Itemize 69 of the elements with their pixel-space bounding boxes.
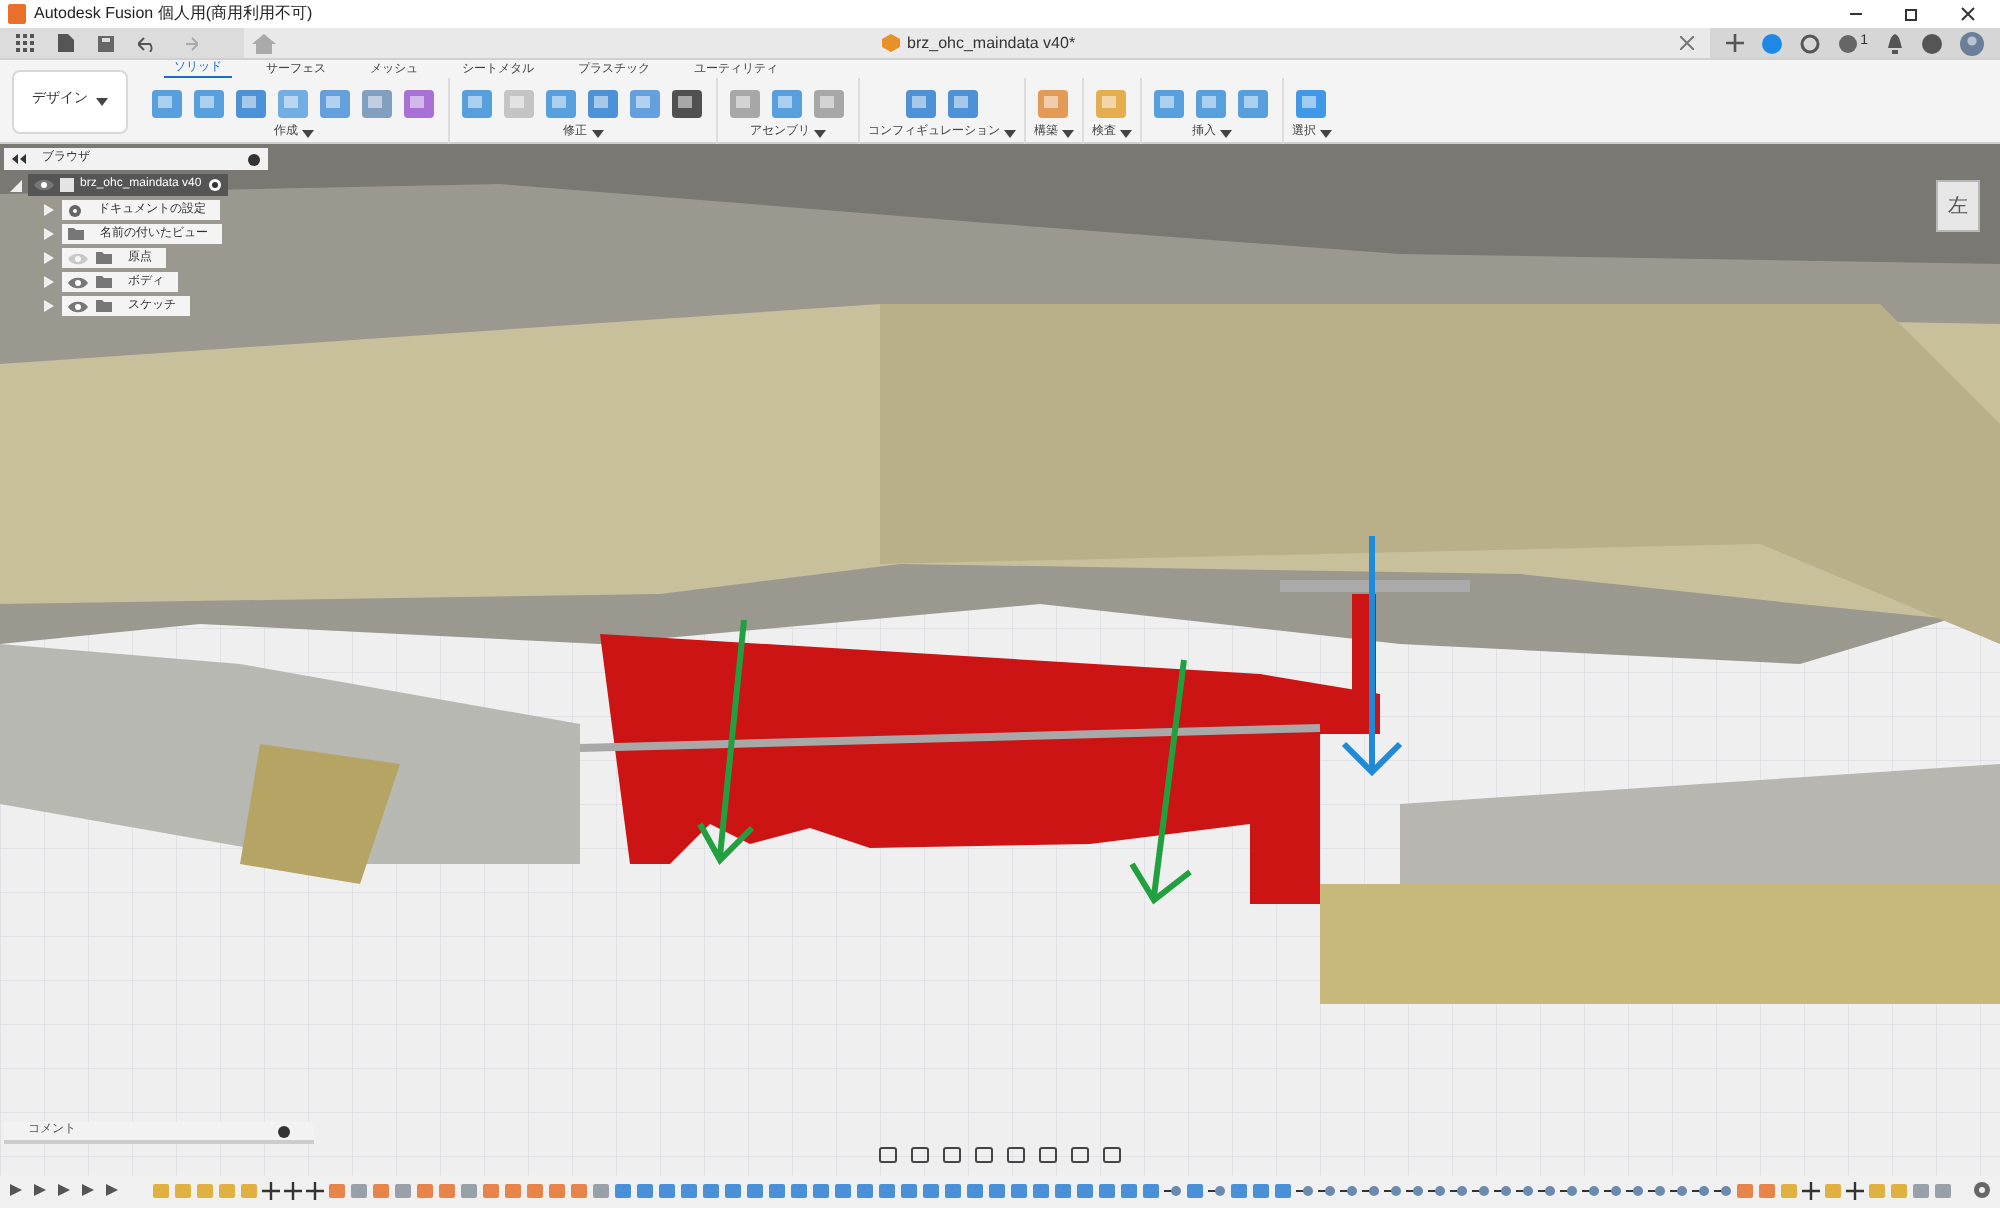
- joint-feature-icon[interactable]: [1692, 1181, 1710, 1199]
- joint-feature-icon[interactable]: [1582, 1181, 1600, 1199]
- caret-icon: [1004, 129, 1016, 137]
- joint-feature-icon[interactable]: [1560, 1181, 1578, 1199]
- joint-feature-icon[interactable]: [1538, 1181, 1556, 1199]
- move-feature-icon[interactable]: [1802, 1181, 1820, 1199]
- eye-icon[interactable]: [68, 275, 88, 289]
- joint-feature-icon[interactable]: [1318, 1181, 1336, 1199]
- radio-icon[interactable]: [207, 178, 222, 192]
- joint-feature-icon[interactable]: [1296, 1181, 1314, 1199]
- joint-feature-icon[interactable]: [1406, 1181, 1424, 1199]
- caret-icon: [96, 97, 108, 105]
- restore-icon[interactable]: [1904, 6, 1920, 22]
- joint-feature-icon[interactable]: [1516, 1181, 1534, 1199]
- move-feature-icon[interactable]: [262, 1181, 280, 1199]
- close-icon[interactable]: [1960, 6, 1976, 22]
- joint-feature-icon[interactable]: [1494, 1181, 1512, 1199]
- joint-feature-icon[interactable]: [1670, 1181, 1688, 1199]
- move-feature-icon[interactable]: [306, 1181, 324, 1199]
- expand-triangle-icon[interactable]: [44, 300, 54, 312]
- undo-icon[interactable]: [138, 35, 156, 51]
- home-icon[interactable]: [252, 33, 276, 53]
- bell-icon[interactable]: [1886, 33, 1904, 53]
- joint-feature-icon[interactable]: [1604, 1181, 1622, 1199]
- eye-icon[interactable]: [68, 299, 88, 313]
- joint-feature-icon[interactable]: [1428, 1181, 1446, 1199]
- view-cube-face-label: 左: [1948, 193, 1968, 221]
- caret-icon: [814, 129, 826, 137]
- file-icon[interactable]: [58, 34, 74, 52]
- collapse-icon[interactable]: [12, 154, 26, 164]
- view-cube[interactable]: 左: [1936, 180, 1980, 232]
- expand-triangle-icon[interactable]: [44, 276, 54, 288]
- joint-feature-icon[interactable]: [1208, 1181, 1226, 1199]
- caret-icon: [591, 129, 603, 137]
- document-tab-title[interactable]: brz_ohc_maindata v40*: [907, 31, 1076, 55]
- caret-icon: [1120, 129, 1132, 137]
- save-icon[interactable]: [98, 35, 114, 51]
- expand-triangle-icon[interactable]: [10, 179, 22, 191]
- joint-feature-icon[interactable]: [1384, 1181, 1402, 1199]
- box-icon: [881, 34, 900, 52]
- avatar-icon[interactable]: [1960, 31, 1984, 55]
- window-title: Autodesk Fusion 個人用(商用利用不可): [34, 2, 313, 26]
- play-icon[interactable]: [56, 1182, 72, 1198]
- joint-feature-icon[interactable]: [1340, 1181, 1358, 1199]
- joint-feature-icon[interactable]: [1450, 1181, 1468, 1199]
- move-feature-icon[interactable]: [1846, 1181, 1864, 1199]
- grid-menu-icon[interactable]: [16, 34, 34, 52]
- caret-icon: [1220, 129, 1232, 137]
- caret-icon: [1320, 129, 1332, 137]
- caret-icon: [1062, 129, 1074, 137]
- joint-feature-icon[interactable]: [1472, 1181, 1490, 1199]
- expand-triangle-icon[interactable]: [44, 252, 54, 264]
- expand-triangle-icon[interactable]: [44, 228, 54, 240]
- tool-icon[interactable]: [668, 84, 708, 124]
- tool-icon[interactable]: [400, 84, 440, 124]
- redo-icon[interactable]: [180, 35, 198, 51]
- expand-triangle-icon[interactable]: [44, 204, 54, 216]
- component-icon: [60, 178, 74, 192]
- joint-feature-icon[interactable]: [1362, 1181, 1380, 1199]
- app-logo-icon: [8, 4, 26, 24]
- joint-feature-icon[interactable]: [1714, 1181, 1732, 1199]
- close-tab-icon[interactable]: [1680, 36, 1695, 50]
- caret-icon: [302, 129, 314, 137]
- plus-icon[interactable]: [1726, 34, 1745, 52]
- eye-icon[interactable]: [34, 178, 54, 192]
- joint-feature-icon[interactable]: [1648, 1181, 1666, 1199]
- move-feature-icon[interactable]: [284, 1181, 302, 1199]
- joint-feature-icon[interactable]: [1164, 1181, 1182, 1199]
- joint-feature-icon[interactable]: [1626, 1181, 1644, 1199]
